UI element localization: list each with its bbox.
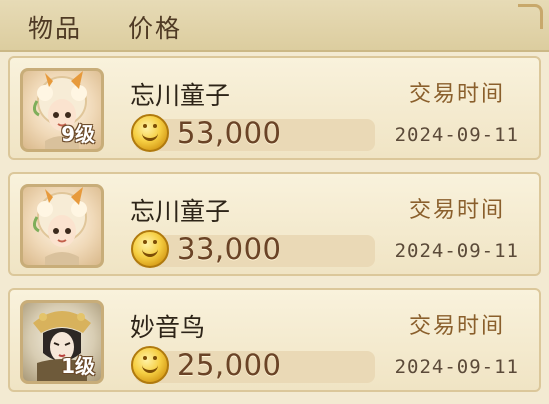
item-avatar: 9级 xyxy=(20,68,104,152)
item-avatar xyxy=(20,184,104,268)
trade-date: 2024-09-11 xyxy=(394,240,519,262)
gold-coin-icon xyxy=(131,346,169,384)
wangchuan-tongzi-portrait-icon xyxy=(32,187,87,265)
column-header-price: 价格 xyxy=(128,14,183,43)
price-bar: 53,000 xyxy=(131,114,375,152)
level-badge: 1级 xyxy=(61,354,95,378)
price-bar: 33,000 xyxy=(131,230,375,268)
item-name: 忘川童子 xyxy=(130,197,231,226)
item-name: 忘川童子 xyxy=(130,81,231,110)
trade-time-label: 交易时间 xyxy=(408,314,505,339)
trade-row[interactable]: 9级 忘川童子 53,000 交易时间 2024-09-11 xyxy=(8,56,541,160)
trade-record-list[interactable]: 9级 忘川童子 53,000 交易时间 2024-09-11 忘川童子 33,0… xyxy=(8,56,541,404)
column-header-item: 物品 xyxy=(28,14,83,43)
price-value: 33,000 xyxy=(177,232,282,266)
price-value: 25,000 xyxy=(177,348,282,382)
trade-time-label: 交易时间 xyxy=(408,198,505,223)
trade-row[interactable]: 1级 妙音鸟 25,000 交易时间 2024-09-11 xyxy=(8,288,541,392)
list-header: 物品 价格 xyxy=(0,0,549,52)
item-name: 妙音鸟 xyxy=(130,313,206,342)
item-avatar: 1级 xyxy=(20,300,104,384)
level-badge: 9级 xyxy=(61,122,95,146)
trade-row[interactable]: 忘川童子 33,000 交易时间 2024-09-11 xyxy=(8,172,541,276)
trade-date: 2024-09-11 xyxy=(394,124,519,146)
price-value: 53,000 xyxy=(177,116,282,150)
corner-ornament-icon xyxy=(518,4,543,29)
trade-time-label: 交易时间 xyxy=(408,82,505,107)
gold-coin-icon xyxy=(131,114,169,152)
price-bar: 25,000 xyxy=(131,346,375,384)
trade-date: 2024-09-11 xyxy=(394,356,519,378)
gold-coin-icon xyxy=(131,230,169,268)
